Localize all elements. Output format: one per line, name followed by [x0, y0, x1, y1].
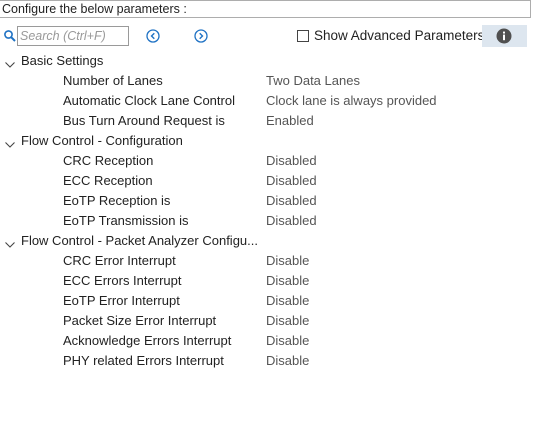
parameter-row[interactable]: Automatic Clock Lane Control Clock lane …: [0, 91, 535, 111]
parameter-name: EoTP Reception is: [63, 193, 171, 208]
parameter-value[interactable]: Disable: [266, 291, 309, 311]
parameter-row[interactable]: Number of Lanes Two Data Lanes: [0, 71, 535, 91]
parameter-row[interactable]: Bus Turn Around Request is Enabled: [0, 111, 535, 131]
tree-group-basic-settings[interactable]: Basic Settings: [0, 51, 535, 71]
parameter-value[interactable]: Disabled: [266, 171, 317, 191]
chevron-down-icon[interactable]: [4, 136, 16, 148]
parameter-value[interactable]: Disable: [266, 331, 309, 351]
parameter-value[interactable]: Disabled: [266, 191, 317, 211]
info-icon: [496, 28, 512, 44]
panel-title: Configure the below parameters :: [0, 0, 531, 18]
parameter-name: CRC Error Interrupt: [63, 253, 176, 268]
parameter-row[interactable]: EoTP Transmission is Disabled: [0, 211, 535, 231]
parameter-value[interactable]: Disable: [266, 271, 309, 291]
parameter-value[interactable]: Two Data Lanes: [266, 71, 360, 91]
parameter-name: Bus Turn Around Request is: [63, 113, 225, 128]
parameter-value[interactable]: Clock lane is always provided: [266, 91, 437, 111]
parameter-name: Acknowledge Errors Interrupt: [63, 333, 232, 348]
parameter-row[interactable]: ECC Errors Interrupt Disable: [0, 271, 535, 291]
parameter-name: PHY related Errors Interrupt: [63, 353, 224, 368]
search-input[interactable]: [17, 26, 129, 46]
parameter-value[interactable]: Disable: [266, 251, 309, 271]
search-icon[interactable]: [3, 29, 17, 43]
parameter-name: EoTP Error Interrupt: [63, 293, 180, 308]
parameter-name: CRC Reception: [63, 153, 154, 168]
circle-chevron-right-icon[interactable]: [193, 28, 209, 44]
parameter-value[interactable]: Disabled: [266, 211, 317, 231]
parameter-name: Automatic Clock Lane Control: [63, 93, 235, 108]
show-advanced-label[interactable]: Show Advanced Parameters: [314, 28, 484, 44]
parameter-row[interactable]: CRC Error Interrupt Disable: [0, 251, 535, 271]
parameter-name: Packet Size Error Interrupt: [63, 313, 217, 328]
parameter-value[interactable]: Disable: [266, 311, 309, 331]
tree-group-flow-control-configuration[interactable]: Flow Control - Configuration: [0, 131, 535, 151]
circle-chevron-left-icon[interactable]: [145, 28, 161, 44]
parameter-value[interactable]: Disabled: [266, 151, 317, 171]
parameter-name: ECC Errors Interrupt: [63, 273, 182, 288]
parameter-value[interactable]: Enabled: [266, 111, 314, 131]
parameter-name: EoTP Transmission is: [63, 213, 189, 228]
parameter-row[interactable]: EoTP Error Interrupt Disable: [0, 291, 535, 311]
chevron-down-icon[interactable]: [4, 236, 16, 248]
search-toolbar: Show Advanced Parameters: [0, 24, 535, 48]
parameter-row[interactable]: ECC Reception Disabled: [0, 171, 535, 191]
parameter-name: Number of Lanes: [63, 73, 163, 88]
parameter-settings-panel: Configure the below parameters : Show Ad…: [0, 0, 535, 425]
tree-group-packet-analyzer-configuration[interactable]: Flow Control - Packet Analyzer Configu..…: [0, 231, 535, 251]
parameter-tree: Basic Settings Number of Lanes Two Data …: [0, 51, 535, 371]
group-label: Flow Control - Packet Analyzer Configu..…: [21, 233, 258, 248]
parameter-row[interactable]: CRC Reception Disabled: [0, 151, 535, 171]
parameter-name: ECC Reception: [63, 173, 153, 188]
chevron-down-icon[interactable]: [4, 56, 16, 68]
parameter-value[interactable]: Disable: [266, 351, 309, 371]
info-button[interactable]: [482, 25, 527, 47]
parameter-row[interactable]: EoTP Reception is Disabled: [0, 191, 535, 211]
parameter-row[interactable]: Acknowledge Errors Interrupt Disable: [0, 331, 535, 351]
parameter-row[interactable]: PHY related Errors Interrupt Disable: [0, 351, 535, 371]
parameter-row[interactable]: Packet Size Error Interrupt Disable: [0, 311, 535, 331]
group-label: Flow Control - Configuration: [21, 133, 183, 148]
group-label: Basic Settings: [21, 53, 104, 68]
show-advanced-checkbox[interactable]: [297, 30, 309, 42]
